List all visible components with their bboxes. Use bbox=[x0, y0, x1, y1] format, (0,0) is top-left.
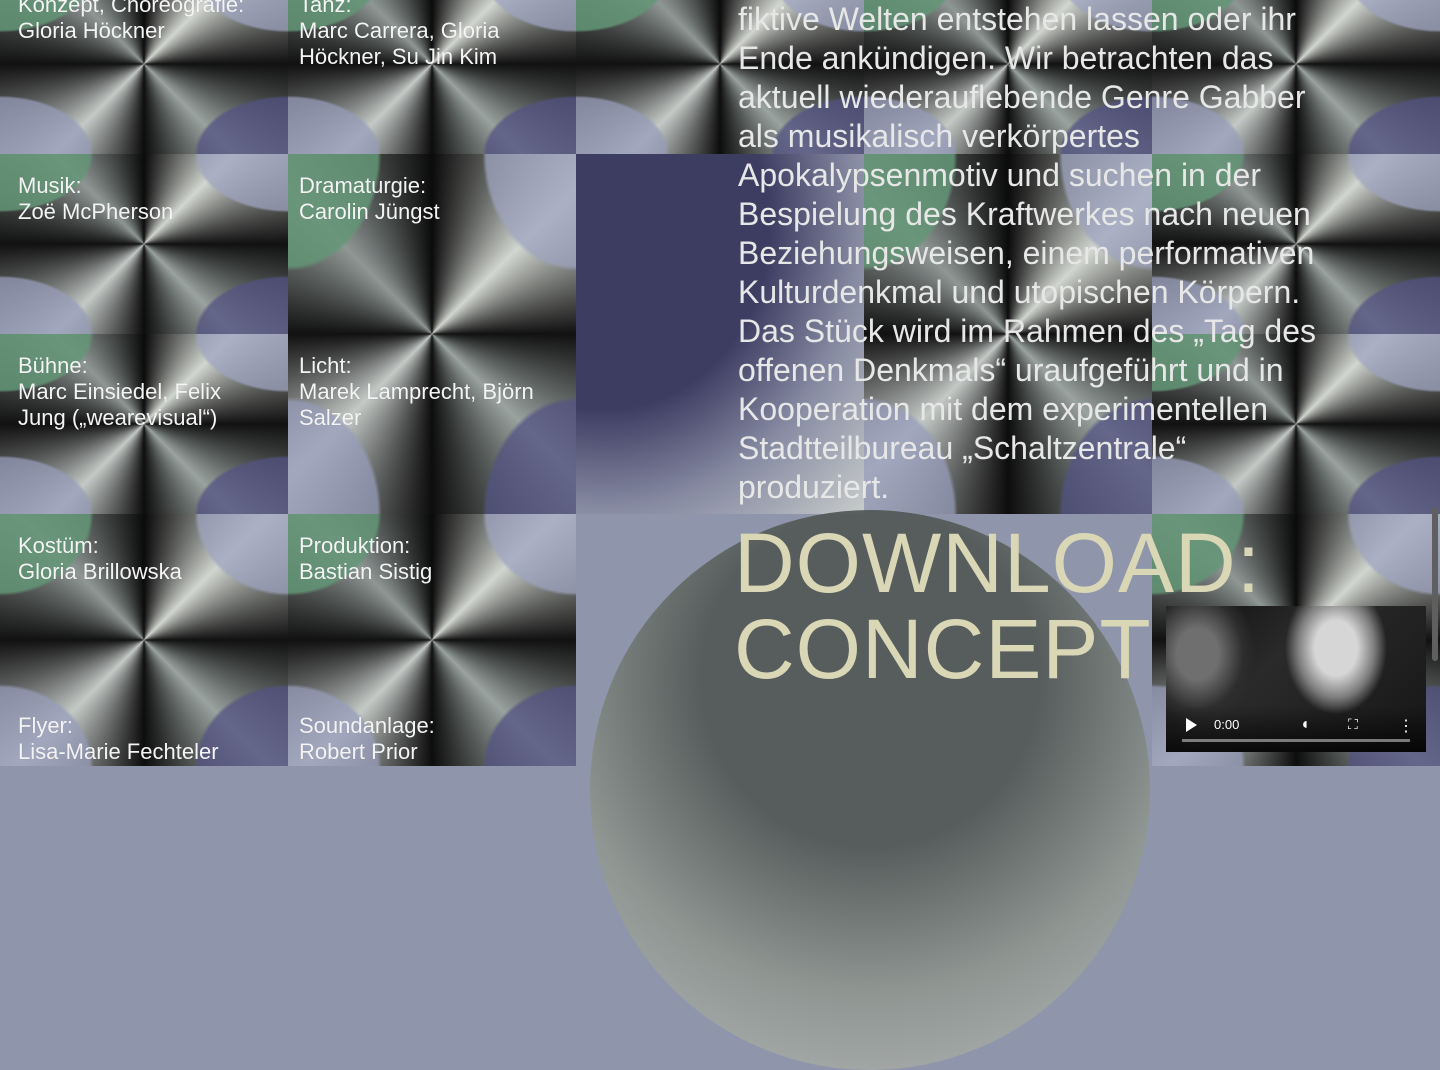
credit-title: Konzept, Choreografie: bbox=[18, 0, 245, 17]
credit-value: Bastian Sistig bbox=[299, 559, 433, 584]
description-line: als musikalisch verkörpertes bbox=[738, 118, 1140, 154]
credit-tanz: Tanz: Marc Carrera, Gloria Höckner, Su J… bbox=[299, 0, 549, 70]
video-progress-bar[interactable] bbox=[1182, 739, 1410, 742]
credit-title: Musik: bbox=[18, 173, 82, 198]
credit-kostuem: Kostüm: Gloria Brillowska bbox=[18, 533, 182, 585]
download-label: DOWNLOAD: bbox=[734, 516, 1262, 610]
credit-title: Licht: bbox=[299, 353, 352, 378]
volume-icon[interactable]: ◖ bbox=[1300, 716, 1310, 734]
credit-dramaturgie: Dramaturgie: Carolin Jüngst bbox=[299, 173, 440, 225]
description-line: Bespielung des Kraftwerkes nach neuen bbox=[738, 196, 1311, 232]
credit-value: Carolin Jüngst bbox=[299, 199, 440, 224]
credit-flyer: Flyer: Lisa-Marie Fechteler bbox=[18, 713, 219, 765]
description-line: Ende ankündigen. Wir betrachten das bbox=[738, 40, 1274, 76]
credit-value: Lisa-Marie Fechteler bbox=[18, 739, 219, 764]
video-time: 0:00 bbox=[1214, 717, 1240, 732]
credit-value: Gloria Brillowska bbox=[18, 559, 182, 584]
credit-value: Marc Einsiedel, Felix Jung („wearevisual… bbox=[18, 379, 221, 430]
fullscreen-icon[interactable]: ⛶ bbox=[1348, 716, 1358, 733]
credit-value: Marc Carrera, Gloria Höckner, Su Jin Kim bbox=[299, 18, 500, 69]
credit-value: Zoë McPherson bbox=[18, 199, 174, 224]
credit-produktion: Produktion: Bastian Sistig bbox=[299, 533, 432, 585]
video-player[interactable]: 0:00 ◖ ⛶ ⋮ bbox=[1166, 606, 1426, 752]
credit-musik: Musik: Zoë McPherson bbox=[18, 173, 173, 225]
video-controls: 0:00 ◖ ⛶ ⋮ bbox=[1166, 706, 1426, 752]
description-line: Das Stück wird im Rahmen des „Tag des bbox=[738, 313, 1316, 349]
description-line: Kooperation mit dem experimentellen bbox=[738, 391, 1269, 427]
credit-value: Robert Prior bbox=[299, 739, 418, 764]
credit-title: Dramaturgie: bbox=[299, 173, 427, 198]
description-line: aktuell wiederauflebende Genre Gabber bbox=[738, 79, 1306, 115]
credit-title: Tanz: bbox=[299, 0, 352, 17]
description-line: Beziehungsweisen, einem performativen bbox=[738, 235, 1315, 271]
credit-value: Gloria Höckner bbox=[18, 18, 165, 43]
scrollbar-thumb[interactable] bbox=[1432, 507, 1438, 661]
project-description: fiktive Welten entstehen lassen oder ihr… bbox=[738, 0, 1398, 507]
description-line: Kulturdenkmal und utopischen Körpern. bbox=[738, 274, 1301, 310]
play-icon[interactable] bbox=[1186, 718, 1197, 732]
credit-value: Marek Lamprecht, Björn Salzer bbox=[299, 379, 534, 430]
description-line: Apokalypsenmotiv und suchen in der bbox=[738, 157, 1261, 193]
credit-soundanlage: Soundanlage: Robert Prior bbox=[299, 713, 435, 765]
description-line: Stadtteilbureau „Schaltzentrale“ bbox=[738, 430, 1187, 466]
credit-title: Kostüm: bbox=[18, 533, 99, 558]
credit-konzept: Konzept, Choreografie: Gloria Höckner bbox=[18, 0, 244, 44]
credit-buehne: Bühne: Marc Einsiedel, Felix Jung („wear… bbox=[18, 353, 268, 431]
credit-title: Produktion: bbox=[299, 533, 411, 558]
credit-title: Bühne: bbox=[18, 353, 88, 378]
more-options-icon[interactable]: ⋮ bbox=[1398, 716, 1414, 736]
description-line: fiktive Welten entstehen lassen oder ihr bbox=[738, 1, 1296, 37]
credit-title: Soundanlage: bbox=[299, 713, 435, 738]
credit-licht: Licht: Marek Lamprecht, Björn Salzer bbox=[299, 353, 574, 431]
description-line: offenen Denkmals“ uraufgeführt und in bbox=[738, 352, 1284, 388]
description-line: produziert. bbox=[738, 469, 890, 505]
credit-title: Flyer: bbox=[18, 713, 73, 738]
